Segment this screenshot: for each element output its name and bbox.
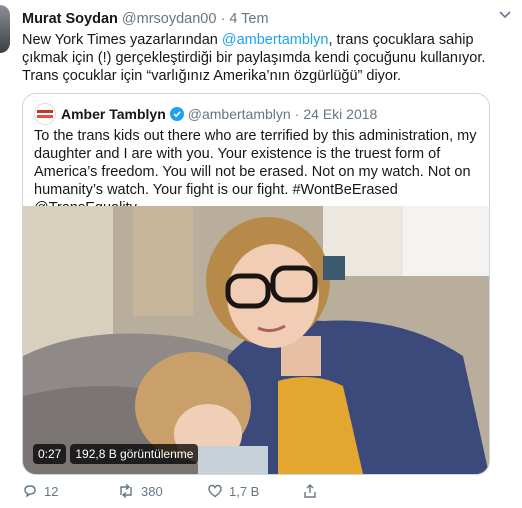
author-avatar[interactable] bbox=[0, 5, 10, 53]
separator: · bbox=[294, 106, 300, 122]
share-button[interactable] bbox=[302, 483, 342, 499]
retweet-count: 380 bbox=[141, 483, 163, 499]
heart-icon bbox=[208, 484, 222, 498]
retweet-icon bbox=[120, 483, 132, 499]
quoted-tweet-date[interactable]: 24 Eki 2018 bbox=[303, 106, 377, 122]
quoted-tweet-text: To the trans kids out there who are terr… bbox=[34, 128, 477, 216]
video-frame bbox=[23, 206, 489, 474]
reply-count: 12 bbox=[44, 483, 59, 499]
chevron-down-icon[interactable] bbox=[498, 8, 512, 23]
quoted-tweet[interactable]: Amber Tamblyn @ambertamblyn · 24 Eki 201… bbox=[22, 93, 490, 475]
quoted-author-name[interactable]: Amber Tamblyn bbox=[61, 106, 166, 122]
tweet[interactable]: Murat Soydan @mrsoydan00 · 4 Tem New Yor… bbox=[0, 0, 522, 508]
quoted-author-avatar[interactable] bbox=[34, 103, 56, 125]
author-handle[interactable]: @mrsoydan00 bbox=[122, 11, 217, 27]
video-player[interactable]: 0:27 192,8 B görüntülenme bbox=[23, 206, 489, 474]
separator: · bbox=[220, 11, 226, 27]
quoted-author-handle[interactable]: @ambertamblyn bbox=[188, 106, 291, 122]
verified-badge-icon bbox=[169, 107, 184, 121]
reply-icon bbox=[24, 485, 36, 498]
tweet-time[interactable]: 4 Tem bbox=[229, 11, 268, 27]
like-count: 1,7 B bbox=[229, 483, 260, 499]
video-duration: 0:27 bbox=[33, 444, 67, 464]
retweet-button[interactable]: 380 bbox=[117, 483, 207, 499]
share-icon bbox=[304, 484, 316, 498]
mention-link[interactable]: @ambertamblyn bbox=[222, 32, 329, 48]
reply-button[interactable]: 12 bbox=[22, 483, 117, 499]
video-views: 192,8 B görüntülenme bbox=[70, 444, 199, 464]
author-name[interactable]: Murat Soydan bbox=[22, 11, 118, 27]
quoted-tweet-header: Amber Tamblyn @ambertamblyn · 24 Eki 201… bbox=[34, 103, 377, 125]
video-overlay: 0:27 192,8 B görüntülenme bbox=[33, 444, 199, 464]
tweet-actions: 12 380 1,7 B bbox=[22, 483, 372, 499]
tweet-header: Murat Soydan @mrsoydan00 · 4 Tem bbox=[22, 11, 269, 27]
like-button[interactable]: 1,7 B bbox=[207, 483, 302, 499]
tweet-text-before: New York Times yazarlarından bbox=[22, 32, 222, 48]
tweet-text: New York Times yazarlarından @ambertambl… bbox=[22, 31, 512, 85]
